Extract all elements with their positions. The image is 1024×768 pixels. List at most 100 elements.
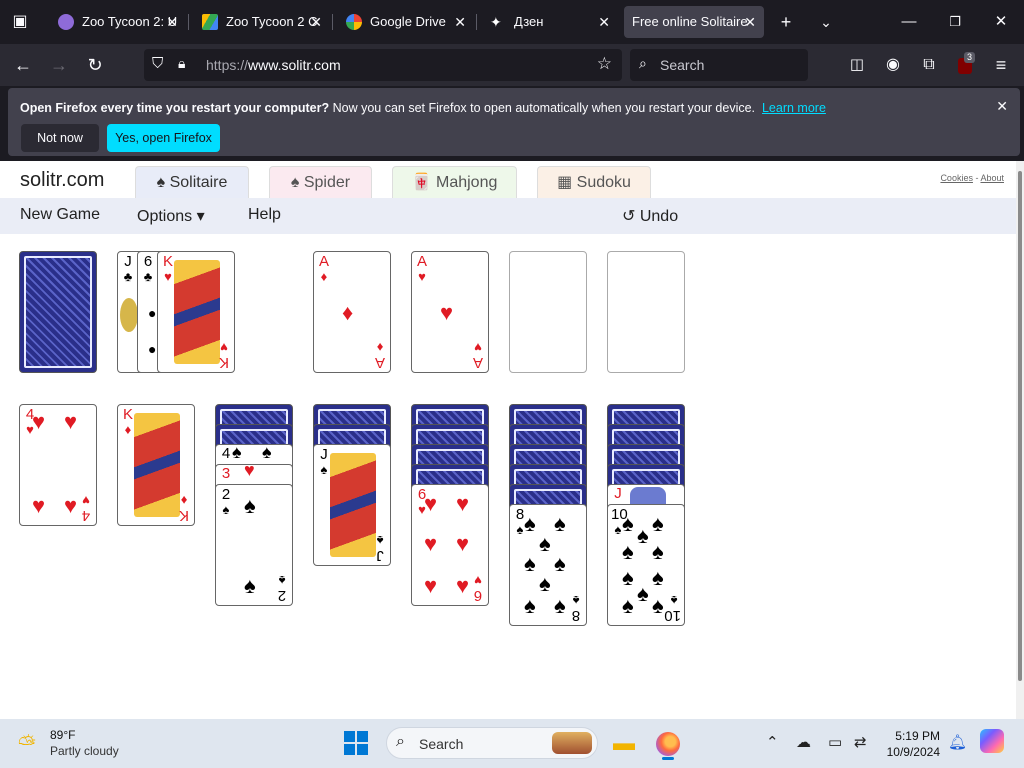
spade-pip-icon: ♠ [622, 511, 634, 536]
tab-dzen[interactable]: ✦ Дзен ✕ [478, 6, 618, 38]
club-pip-icon: ● [148, 305, 157, 321]
card-rank-bottom: A ♦ [375, 340, 386, 371]
search-input[interactable] [660, 55, 800, 75]
tab-sudoku-game[interactable]: ▦ Sudoku [537, 166, 651, 198]
heart-pip-icon: ♥ [456, 573, 470, 598]
tab-strip: ▣ Zoo Tycoon 2: U ✕ Zoo Tycoon 2 C ✕ Goo… [0, 0, 1024, 44]
tableau-card-four-hearts[interactable]: 4 ♥ ♥ ♥ ♥ ♥ 4 ♥ [19, 404, 97, 526]
tableau-card-ten-spades[interactable]: 10 ♠ ♠ ♠ ♠ ♠ ♠ ♠ ♠ ♠ ♠ ♠ 10 ♠ [607, 504, 685, 626]
close-icon[interactable]: ✕ [454, 6, 466, 38]
account-icon[interactable]: ◉ [878, 50, 908, 80]
waste-card-king-hearts[interactable]: K ♥ K ♥ [157, 251, 235, 373]
card-rank-bottom: A ♥ [473, 340, 484, 371]
yes-open-firefox-button[interactable]: Yes, open Firefox [107, 124, 220, 152]
top-links: Cookies - About [940, 173, 1004, 183]
undo-button[interactable]: ↺ Undo [622, 206, 678, 226]
close-icon[interactable]: ✕ [996, 98, 1008, 115]
close-window-icon[interactable]: ✕ [978, 0, 1024, 44]
search-icon: ⌕ [396, 733, 405, 750]
url-bar[interactable]: ⛉ 🔒︎ https://www.solitr.com ☆ [144, 49, 622, 81]
show-hidden-icons-chevron-icon[interactable]: ⌃ [766, 733, 779, 751]
tab-google-drive[interactable]: Google Drive ✕ [334, 6, 474, 38]
tab-zoo-tycoon-2[interactable]: Zoo Tycoon 2 C ✕ [190, 6, 330, 38]
spade-pip-icon: ♠ [554, 593, 566, 618]
firefox-taskbar-icon[interactable] [654, 729, 682, 760]
forward-icon[interactable]: → [44, 50, 74, 80]
windows-start-icon[interactable] [344, 731, 368, 755]
heart-pip-icon: ♥ [456, 491, 470, 516]
help-button[interactable]: Help [248, 206, 281, 224]
close-icon[interactable]: ✕ [166, 6, 178, 38]
heart-pip-icon: ♥ [64, 409, 78, 434]
king-face-art [174, 260, 220, 364]
spade-pip-icon: ♠ [637, 523, 649, 548]
foundation-ace-diamonds[interactable]: A ♦ ♦ A ♦ [313, 251, 391, 373]
tableau-card-eight-spades[interactable]: 8 ♠ ♠ ♠ ♠ ♠ ♠ ♠ ♠ ♠ 8 ♠ [509, 504, 587, 626]
extensions-icon[interactable]: ⧉ [914, 50, 944, 80]
close-icon[interactable]: ✕ [744, 6, 756, 38]
tableau-card-two-spades[interactable]: 2 ♠ ♠ ♠ 2 ♠ [215, 484, 293, 606]
firefox-view-icon[interactable]: ▣ [6, 8, 34, 36]
foundation-empty-slot[interactable] [509, 251, 587, 373]
not-now-button[interactable]: Not now [21, 124, 99, 152]
file-explorer-icon[interactable]: ▬ [610, 729, 638, 757]
tableau-card-six-hearts[interactable]: 6 ♥ ♥ ♥ ♥ ♥ ♥ ♥ 6 ♥ [411, 484, 489, 606]
tab-solitaire-game[interactable]: ♠ Solitaire [135, 166, 249, 198]
heart-pip-icon: ♥ [440, 300, 454, 325]
display-icon[interactable]: ▭ [828, 733, 842, 751]
reload-icon[interactable]: ↻ [80, 50, 110, 80]
network-icon[interactable]: ⇄ [854, 733, 867, 751]
card-rank: 2 ♠ [221, 486, 231, 517]
pocket-icon[interactable]: ◫ [842, 50, 872, 80]
spade-pip-icon: ♠ [232, 444, 242, 462]
site-logo[interactable]: solitr.com [20, 169, 104, 192]
spade-pip-icon: ♠ [524, 593, 536, 618]
new-game-button[interactable]: New Game [20, 206, 100, 224]
ublock-icon[interactable]: 3 [950, 50, 980, 80]
restore-icon[interactable]: ❐ [932, 0, 978, 44]
heart-pip-icon: ♥ [64, 493, 78, 518]
partly-cloudy-icon[interactable]: ⛅︎ [18, 731, 36, 757]
tab-mahjong-game[interactable]: 🀄 Mahjong [392, 166, 517, 198]
tab-spider-game[interactable]: ♠ Spider [269, 166, 372, 198]
tab-title: Zoo Tycoon 2 C [226, 14, 318, 29]
card-rank-bottom: 4 ♥ [81, 493, 91, 524]
foundation-empty-slot[interactable] [607, 251, 685, 373]
foundation-ace-hearts[interactable]: A ♥ ♥ A ♥ [411, 251, 489, 373]
copilot-icon[interactable] [980, 729, 1004, 757]
lock-icon[interactable]: 🔒︎ [178, 55, 185, 72]
onedrive-offline-icon[interactable]: ☁ [796, 733, 811, 751]
close-icon[interactable]: ✕ [598, 6, 610, 38]
back-icon[interactable]: ← [8, 50, 38, 80]
new-tab-icon[interactable]: + [772, 8, 800, 36]
shield-icon[interactable]: ⛉ [152, 55, 163, 72]
card-rank-bottom: 8 ♠ [571, 593, 581, 624]
hamburger-menu-icon[interactable]: ≡ [986, 50, 1016, 80]
minimize-icon[interactable]: — [886, 0, 932, 44]
card-rank: J [614, 485, 622, 502]
learn-more-link[interactable]: Learn more [762, 101, 826, 115]
page-scrollbar[interactable] [1016, 161, 1024, 719]
weather-condition[interactable]: Partly cloudy [50, 744, 119, 758]
search-icon: ⌕ [639, 55, 647, 71]
tableau-card-jack-spades[interactable]: J ♠ J ♠ [313, 444, 391, 566]
close-icon[interactable]: ✕ [310, 6, 322, 38]
tableau-card-king-diamonds[interactable]: K ♦ K ♦ [117, 404, 195, 526]
url-text[interactable]: https://www.solitr.com [206, 57, 341, 73]
tab-title: Zoo Tycoon 2: U [82, 14, 178, 29]
options-menu[interactable]: Options ▾ [137, 206, 205, 226]
stock-pile[interactable] [19, 251, 97, 373]
game-menu-bar: New Game Options ▾ Help ↺ Undo [0, 198, 1016, 234]
cookies-link[interactable]: Cookies [940, 173, 973, 183]
taskbar-search[interactable]: ⌕ Search [386, 727, 598, 759]
search-box[interactable]: ⌕ [630, 49, 808, 81]
list-tabs-chevron-icon[interactable]: ⌄ [812, 8, 840, 36]
bookmark-star-icon[interactable]: ☆ [597, 54, 612, 74]
tab-zoo-tycoon-1[interactable]: Zoo Tycoon 2: U ✕ [46, 6, 186, 38]
system-clock[interactable]: 5:19 PM 10/9/2024 [887, 728, 940, 760]
notification-bell-icon[interactable]: 🔔︎ [948, 733, 967, 751]
about-link[interactable]: About [980, 173, 1004, 183]
weather-temperature[interactable]: 89°F [50, 728, 75, 742]
tab-solitaire[interactable]: Free online Solitaire ✕ [624, 6, 764, 38]
spade-pip-icon: ♠ [524, 551, 536, 576]
